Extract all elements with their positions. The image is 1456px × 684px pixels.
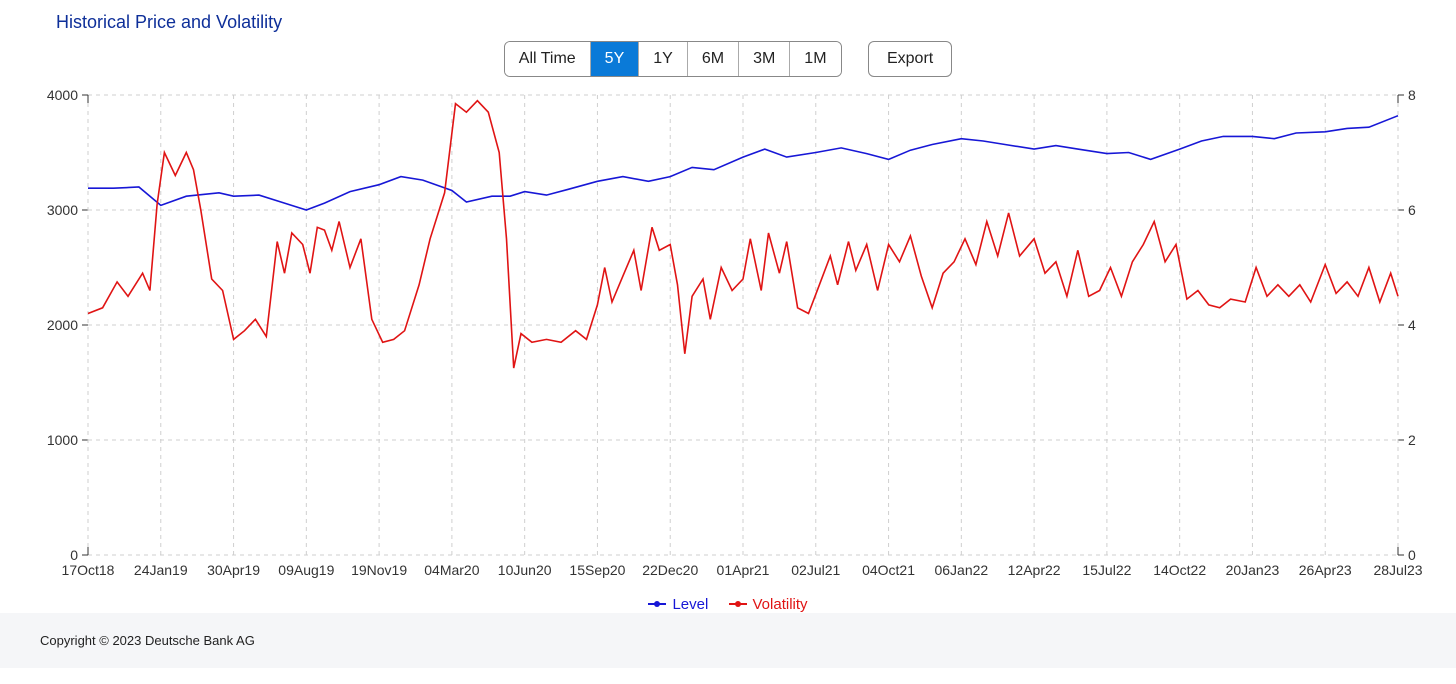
svg-text:1000: 1000 [47,432,78,448]
page-title: Historical Price and Volatility [16,8,1440,41]
svg-text:02Jul21: 02Jul21 [791,562,840,578]
legend-label: Level [672,596,708,613]
svg-text:19Nov19: 19Nov19 [351,562,407,578]
range-button-6m[interactable]: 6M [687,42,738,76]
svg-text:6: 6 [1408,202,1416,218]
svg-text:4000: 4000 [47,87,78,103]
price-volatility-chart[interactable]: 0 1000 2000 3000 4000 0 2 4 6 8 17Oct18 24Jan19 30Ap… [18,85,1438,605]
svg-text:15Jul22: 15Jul22 [1082,562,1131,578]
svg-text:8: 8 [1408,87,1416,103]
svg-text:0: 0 [1408,547,1416,563]
svg-text:14Oct22: 14Oct22 [1153,562,1206,578]
svg-text:26Apr23: 26Apr23 [1299,562,1352,578]
svg-text:04Mar20: 04Mar20 [424,562,479,578]
chart-legend: Level Volatility [18,590,1438,613]
svg-text:15Sep20: 15Sep20 [569,562,625,578]
range-button-5y[interactable]: 5Y [590,42,639,76]
range-button-1y[interactable]: 1Y [638,42,687,76]
svg-text:22Dec20: 22Dec20 [642,562,698,578]
svg-text:4: 4 [1408,317,1416,333]
svg-text:10Jun20: 10Jun20 [498,562,552,578]
legend-item-level[interactable]: Level [648,596,708,613]
chart-svg: 0 1000 2000 3000 4000 0 2 4 6 8 17Oct18 24Jan19 30Ap… [18,85,1438,585]
legend-label: Volatility [753,596,808,613]
svg-text:01Apr21: 01Apr21 [717,562,770,578]
svg-text:30Apr19: 30Apr19 [207,562,260,578]
chart-controls: All Time5Y1Y6M3M1M Export [16,41,1440,85]
export-button[interactable]: Export [868,41,952,77]
legend-item-volatility[interactable]: Volatility [729,596,808,613]
svg-text:17Oct18: 17Oct18 [62,562,115,578]
line-icon [648,603,666,605]
line-icon [729,603,747,605]
range-button-all-time[interactable]: All Time [505,42,590,76]
range-button-1m[interactable]: 1M [789,42,840,76]
range-button-3m[interactable]: 3M [738,42,789,76]
svg-text:12Apr22: 12Apr22 [1008,562,1061,578]
footer-copyright: Copyright © 2023 Deutsche Bank AG [0,613,1456,668]
svg-text:2: 2 [1408,432,1416,448]
svg-text:28Jul23: 28Jul23 [1373,562,1422,578]
svg-text:2000: 2000 [47,317,78,333]
svg-text:24Jan19: 24Jan19 [134,562,188,578]
svg-text:04Oct21: 04Oct21 [862,562,915,578]
svg-text:06Jan22: 06Jan22 [934,562,988,578]
svg-text:0: 0 [70,547,78,563]
svg-text:09Aug19: 09Aug19 [278,562,334,578]
svg-text:20Jan23: 20Jan23 [1226,562,1280,578]
svg-text:3000: 3000 [47,202,78,218]
range-button-group: All Time5Y1Y6M3M1M [504,41,842,77]
